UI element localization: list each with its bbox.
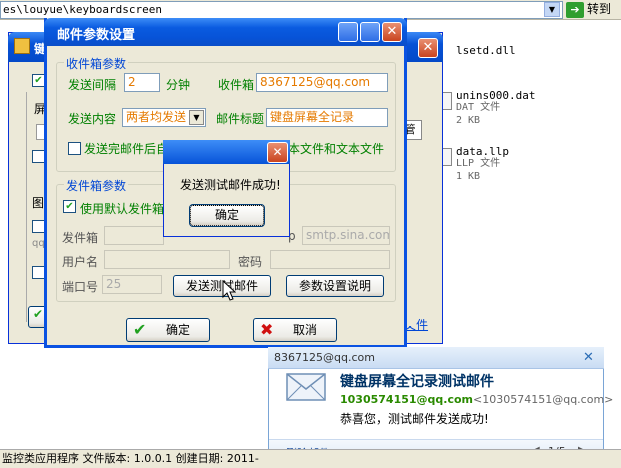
cancel-x-icon: ✖ — [260, 320, 274, 339]
password-input[interactable] — [270, 250, 390, 269]
password-label: 密码 — [238, 255, 263, 269]
file-type: DAT 文件 — [456, 102, 501, 113]
success-message: 发送测试邮件成功! — [180, 178, 281, 192]
cancel-label: 取消 — [292, 323, 317, 337]
background-label-qq: qq — [32, 238, 45, 249]
inbox-label: 收件箱 — [218, 78, 255, 92]
smtp-input[interactable]: smtp.sina.com — [302, 226, 390, 245]
use-default-outbox-checkbox[interactable]: ✔ — [63, 200, 76, 213]
file-lsetd[interactable]: lsetd.dll — [456, 44, 516, 57]
receive-group-label: 收件箱参数 — [64, 55, 129, 72]
status-bar: 监控类应用程序 文件版本: 1.0.0.1 创建日期: 2011- — [0, 449, 621, 468]
interval-label: 发送间隔 — [68, 78, 117, 92]
file-size: 2 KB — [456, 115, 481, 126]
chevron-down-icon[interactable]: ▼ — [544, 2, 560, 17]
port-label: 端口号 — [62, 280, 99, 294]
mouse-cursor-icon — [222, 280, 236, 301]
dialog-title: 邮件参数设置 — [57, 28, 136, 43]
username-input[interactable] — [104, 250, 230, 269]
file-size: 1 KB — [456, 171, 481, 182]
sender-email: 1030574151@qq.com — [340, 393, 474, 406]
close-button[interactable]: ✕ — [382, 22, 402, 42]
notification-sender: 1030574151@qq.com<1030574151@qq.com> — [340, 393, 613, 406]
app-icon — [14, 38, 30, 54]
popup-ok-button[interactable]: 确定 — [189, 204, 265, 227]
ok-button[interactable]: ✔ 确定 — [126, 318, 210, 342]
file-type: LLP 文件 — [456, 158, 501, 169]
outbox-input[interactable] — [104, 226, 164, 245]
minimize-button[interactable] — [338, 22, 358, 42]
interval-input[interactable]: 2 — [124, 73, 160, 92]
delete-after-send-checkbox[interactable] — [68, 142, 81, 155]
delete-after-send-label: 发送完邮件后自 — [84, 142, 169, 156]
notification-subject[interactable]: 键盘屏幕全记录测试邮件 — [340, 371, 494, 391]
background-close-button[interactable]: ✕ — [418, 38, 438, 58]
subject-input[interactable]: 键盘屏幕全记录 — [266, 108, 388, 127]
address-input[interactable]: es\louyue\keyboardscreen — [0, 1, 563, 19]
notification-body: 恭喜您，测试邮件发送成功! — [340, 412, 489, 426]
use-default-outbox-label: 使用默认发件箱 — [80, 202, 165, 216]
notification-account: 8367125@qq.com — [274, 351, 375, 364]
sender-full: <1030574151@qq.com> — [473, 393, 614, 406]
cancel-button[interactable]: ✖ 取消 — [253, 318, 337, 342]
inbox-input[interactable]: 8367125@qq.com — [256, 73, 388, 92]
content-label: 发送内容 — [68, 112, 117, 126]
notification-close-icon[interactable]: ✕ — [583, 350, 594, 365]
go-button[interactable]: ➔ 转到 — [566, 0, 620, 20]
settings-help-button[interactable]: 参数设置说明 — [286, 275, 384, 297]
outbox-label: 发件箱 — [62, 231, 99, 245]
go-label: 转到 — [587, 2, 612, 16]
username-label: 用户名 — [62, 255, 99, 269]
maximize-button[interactable] — [360, 22, 380, 42]
chevron-down-icon[interactable]: ▼ — [189, 110, 204, 125]
close-icon[interactable]: ✕ — [267, 142, 288, 163]
background-label-tu: 图 — [32, 196, 45, 210]
envelope-icon — [286, 373, 326, 401]
go-arrow-icon: ➔ — [566, 1, 584, 18]
ok-label: 确定 — [165, 323, 190, 337]
delete-after-send-suffix: 本文件和文本文件 — [288, 142, 385, 156]
check-icon: ✔ — [133, 320, 147, 339]
subject-label: 邮件标题 — [216, 112, 265, 126]
port-input[interactable]: 25 — [102, 275, 162, 294]
interval-unit: 分钟 — [166, 78, 191, 92]
send-group-label: 发件箱参数 — [64, 177, 129, 194]
